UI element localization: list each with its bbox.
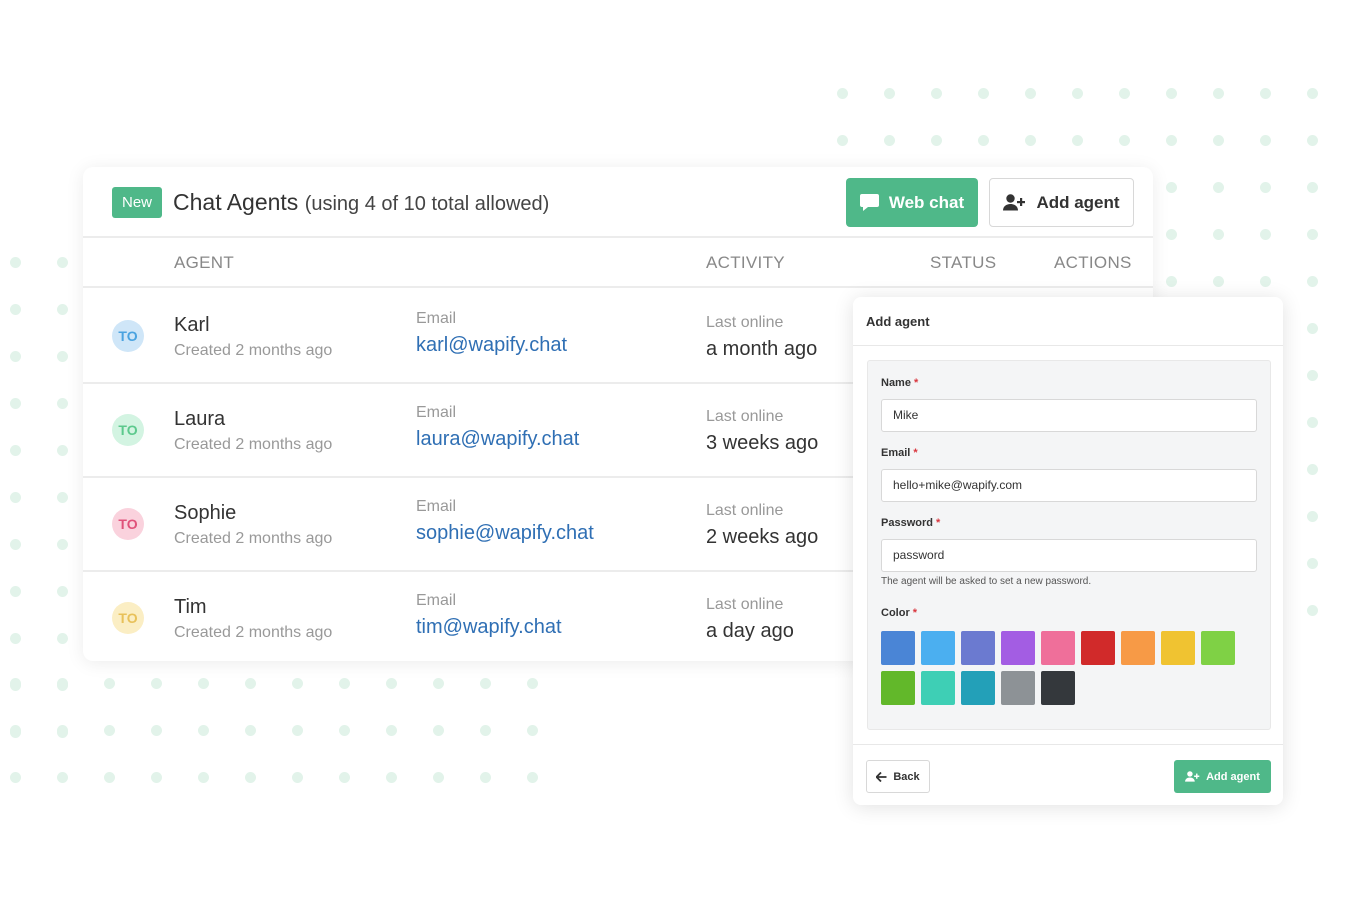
page-title-text: Chat Agents xyxy=(173,189,299,215)
agent-name: Karl xyxy=(174,314,210,336)
last-online-label: Last online xyxy=(706,408,784,425)
column-header-actions: ACTIONS xyxy=(1054,253,1132,272)
column-header-status[interactable]: STATUS xyxy=(930,253,996,273)
email-field[interactable]: hello+mike@wapify.com xyxy=(881,469,1257,502)
add-user-icon xyxy=(1185,771,1200,782)
color-swatch[interactable] xyxy=(921,671,955,705)
agent-email-link[interactable]: laura@wapify.chat xyxy=(416,428,579,451)
last-online-value: 2 weeks ago xyxy=(706,526,819,548)
agent-created-date: Created 2 months ago xyxy=(174,624,333,641)
last-online-value: a month ago xyxy=(706,338,818,360)
submit-label: Add agent xyxy=(1206,770,1260,783)
arrow-left-icon xyxy=(876,771,887,782)
email-column-label: Email xyxy=(416,592,457,609)
add-agent-button[interactable]: Add agent xyxy=(989,178,1134,227)
name-field[interactable]: Mike xyxy=(881,399,1257,432)
back-button[interactable]: Back xyxy=(866,760,930,793)
password-help-text: The agent will be asked to set a new pas… xyxy=(881,576,1092,587)
agent-usage-count: (using 4 of 10 total allowed) xyxy=(304,193,550,215)
color-swatch[interactable] xyxy=(881,631,915,665)
last-online-label: Last online xyxy=(706,314,784,331)
avatar: TO xyxy=(112,602,144,634)
agent-created-date: Created 2 months ago xyxy=(174,436,333,453)
color-swatch[interactable] xyxy=(1041,671,1075,705)
web-chat-button[interactable]: Web chat xyxy=(846,178,978,227)
agent-email-link[interactable]: sophie@wapify.chat xyxy=(416,522,594,545)
add-agent-label: Add agent xyxy=(1036,192,1120,212)
last-online-label: Last online xyxy=(706,596,784,613)
agent-form: Name * Mike Email * hello+mike@wapify.co… xyxy=(867,360,1271,730)
last-online-value: a day ago xyxy=(706,620,794,642)
color-label: Color * xyxy=(881,607,918,619)
password-field[interactable]: password xyxy=(881,539,1257,572)
column-header-activity[interactable]: ACTIVITY xyxy=(706,253,785,273)
email-column-label: Email xyxy=(416,310,457,327)
agent-email-link[interactable]: karl@wapify.chat xyxy=(416,334,567,357)
color-swatch[interactable] xyxy=(1081,631,1115,665)
back-label: Back xyxy=(893,770,920,783)
web-chat-label: Web chat xyxy=(888,192,965,212)
color-swatch[interactable] xyxy=(1001,671,1035,705)
agent-name: Laura xyxy=(174,408,226,430)
add-user-icon xyxy=(1003,194,1026,211)
column-header-agent[interactable]: AGENT xyxy=(174,253,234,273)
chat-bubble-icon xyxy=(859,194,879,211)
page-title: Chat Agents (using 4 of 10 total allowed… xyxy=(173,187,549,220)
color-swatch[interactable] xyxy=(961,671,995,705)
name-label: Name * xyxy=(881,377,919,389)
email-label: Email * xyxy=(881,447,918,459)
password-label: Password * xyxy=(881,517,941,529)
new-badge: New xyxy=(112,187,163,218)
last-online-value: 3 weeks ago xyxy=(706,432,819,454)
submit-add-agent-button[interactable]: Add agent xyxy=(1174,760,1271,793)
last-online-label: Last online xyxy=(706,502,784,519)
color-swatch[interactable] xyxy=(1201,631,1235,665)
color-swatch[interactable] xyxy=(1161,631,1195,665)
divider xyxy=(853,345,1283,346)
divider xyxy=(853,744,1283,745)
color-swatch[interactable] xyxy=(1121,631,1155,665)
avatar: TO xyxy=(112,414,144,446)
panel-title: Add agent xyxy=(866,314,930,329)
color-swatch[interactable] xyxy=(1001,631,1035,665)
avatar: TO xyxy=(112,320,144,352)
agent-name: Tim xyxy=(174,596,207,618)
card-header: New Chat Agents (using 4 of 10 total all… xyxy=(83,167,1153,238)
color-swatch[interactable] xyxy=(961,631,995,665)
agent-created-date: Created 2 months ago xyxy=(174,530,333,547)
email-column-label: Email xyxy=(416,498,457,515)
color-swatch[interactable] xyxy=(881,671,915,705)
email-column-label: Email xyxy=(416,404,457,421)
agent-name: Sophie xyxy=(174,502,237,524)
color-swatch[interactable] xyxy=(1041,631,1075,665)
table-header: AGENT ACTIVITY STATUS ACTIONS xyxy=(83,238,1153,288)
agent-created-date: Created 2 months ago xyxy=(174,342,333,359)
color-swatch[interactable] xyxy=(921,631,955,665)
avatar: TO xyxy=(112,508,144,540)
agent-email-link[interactable]: tim@wapify.chat xyxy=(416,616,562,639)
add-agent-panel: Add agent Name * Mike Email * hello+mike… xyxy=(853,297,1283,805)
